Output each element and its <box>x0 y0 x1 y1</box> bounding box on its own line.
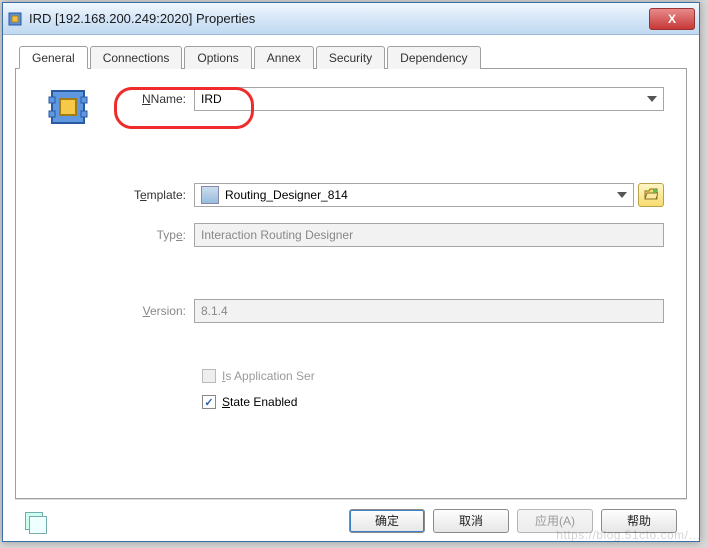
close-icon: X <box>668 12 676 26</box>
checkbox-is-app-server <box>202 369 216 383</box>
template-value: Routing_Designer_814 <box>225 188 348 202</box>
window-buttons: X <box>649 8 695 30</box>
is-app-server-label: Is Application Ser <box>222 369 315 383</box>
row-is-app-server: Is Application Ser <box>202 369 664 383</box>
type-value: Interaction Routing Designer <box>201 228 353 242</box>
cancel-button[interactable]: 取消 <box>433 509 509 533</box>
bottom-bar: 确定 取消 应用(A) 帮助 <box>15 499 687 541</box>
version-field: 8.1.4 <box>194 299 664 323</box>
version-label: Version: <box>98 304 194 318</box>
template-combo[interactable]: Routing_Designer_814 <box>194 183 634 207</box>
name-input[interactable]: IRD <box>194 87 664 111</box>
ok-button[interactable]: 确定 <box>349 509 425 533</box>
application-component-icon <box>48 87 88 130</box>
titlebar[interactable]: IRD [192.168.200.249:2020] Properties X <box>3 3 699 35</box>
properties-window: IRD [192.168.200.249:2020] Properties X … <box>2 2 700 542</box>
row-template: Template: Routing_Designer_814 <box>98 183 664 207</box>
tab-dependency[interactable]: Dependency <box>387 46 480 69</box>
component-icon <box>201 186 219 204</box>
help-button[interactable]: 帮助 <box>601 509 677 533</box>
row-name: NName: IRD <box>98 87 664 111</box>
copy-icon[interactable] <box>25 512 43 530</box>
checkbox-state-enabled[interactable] <box>202 395 216 409</box>
tab-general[interactable]: General <box>19 46 88 69</box>
name-label: NName: <box>98 92 194 106</box>
chevron-down-icon <box>647 96 657 102</box>
tab-security[interactable]: Security <box>316 46 385 69</box>
apply-button: 应用(A) <box>517 509 593 533</box>
app-icon-area <box>38 87 98 409</box>
tab-panel-general: NName: IRD Template: <box>15 68 687 499</box>
content-area: General Connections Options Annex Securi… <box>3 35 699 541</box>
type-field: Interaction Routing Designer <box>194 223 664 247</box>
window-title: IRD [192.168.200.249:2020] Properties <box>29 11 649 26</box>
template-open-button[interactable] <box>638 183 664 207</box>
name-value: IRD <box>201 92 222 106</box>
folder-open-icon <box>644 188 658 203</box>
row-type: Type: Interaction Routing Designer <box>98 223 664 247</box>
state-enabled-label: State Enabled <box>222 395 297 409</box>
tab-connections[interactable]: Connections <box>90 46 183 69</box>
main-form: NName: IRD Template: <box>98 87 664 409</box>
tab-annex[interactable]: Annex <box>254 46 314 69</box>
tab-options[interactable]: Options <box>184 46 251 69</box>
row-version: Version: 8.1.4 <box>98 299 664 323</box>
version-value: 8.1.4 <box>201 304 228 318</box>
tabbar: General Connections Options Annex Securi… <box>19 45 687 68</box>
window-system-icon <box>7 11 23 27</box>
chevron-down-icon <box>617 192 627 198</box>
close-button[interactable]: X <box>649 8 695 30</box>
row-state-enabled: State Enabled <box>202 395 664 409</box>
template-label: Template: <box>98 188 194 202</box>
type-label: Type: <box>98 228 194 242</box>
